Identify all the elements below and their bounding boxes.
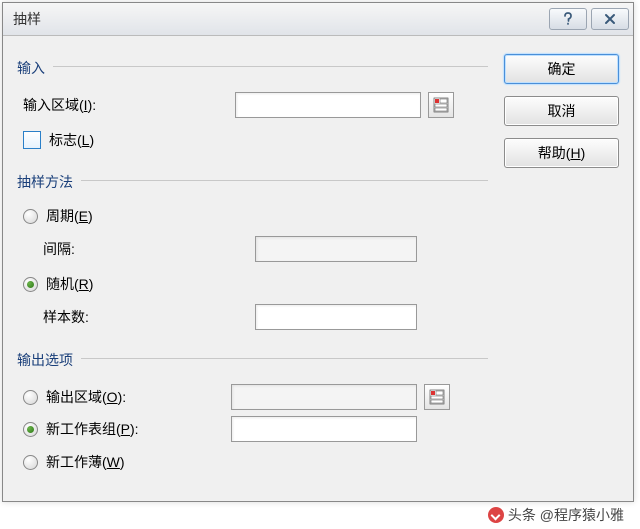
labels-checkbox[interactable]	[23, 131, 41, 149]
sample-count-row: 样本数:	[17, 304, 488, 330]
method-header-label: 抽样方法	[17, 172, 73, 192]
sample-count-label: 样本数:	[17, 307, 247, 327]
toutiao-icon	[488, 507, 504, 523]
interval-field	[255, 236, 417, 262]
input-group-header: 输入	[17, 50, 488, 82]
footer-text: 头条 @程序猿小雅	[508, 505, 624, 525]
method-group-header: 抽样方法	[17, 164, 488, 196]
close-icon	[604, 13, 616, 25]
titlebar: 抽样	[3, 3, 633, 36]
sample-count-field[interactable]	[255, 304, 417, 330]
sampling-dialog: 抽样 输入 输入区域(I):	[2, 2, 634, 502]
titlebar-buttons	[549, 8, 629, 30]
new-sheet-field[interactable]	[231, 416, 417, 442]
input-range-ref-button[interactable]	[428, 92, 454, 118]
labels-checkbox-row: 标志(L)	[17, 130, 488, 150]
new-sheet-label: 新工作表组(P):	[46, 419, 139, 439]
output-range-field	[231, 384, 417, 410]
output-header-label: 输出选项	[17, 350, 73, 370]
help-button[interactable]: 帮助(H)	[504, 138, 619, 168]
output-range-row: 输出区域(O):	[17, 384, 488, 410]
help-button-label: 帮助(H)	[538, 143, 585, 163]
input-range-field[interactable]	[235, 92, 421, 118]
random-radio-row: 随机(R)	[17, 274, 488, 294]
separator	[81, 358, 488, 359]
output-range-label: 输出区域(O):	[46, 387, 126, 407]
periodic-radio-label: 周期(E)	[46, 206, 93, 226]
new-book-radio[interactable]	[23, 455, 38, 470]
output-range-ref-button[interactable]	[424, 384, 450, 410]
cancel-button[interactable]: 取消	[504, 96, 619, 126]
separator	[53, 66, 488, 67]
cancel-button-label: 取消	[548, 101, 576, 121]
new-book-label: 新工作薄(W)	[46, 452, 125, 472]
new-sheet-row: 新工作表组(P):	[17, 416, 488, 442]
input-range-label: 输入区域(I):	[17, 95, 227, 115]
footer-watermark: 头条 @程序猿小雅	[488, 505, 624, 525]
ok-button[interactable]: 确定	[504, 54, 619, 84]
help-icon-button[interactable]	[549, 8, 587, 30]
range-picker-icon	[433, 97, 449, 113]
ok-button-label: 确定	[548, 59, 576, 79]
new-sheet-radio[interactable]	[23, 422, 38, 437]
labels-checkbox-label: 标志(L)	[49, 130, 94, 150]
input-header-label: 输入	[17, 58, 45, 78]
right-column: 确定 取消 帮助(H)	[504, 46, 619, 491]
random-radio[interactable]	[23, 277, 38, 292]
dialog-content: 输入 输入区域(I): 标志(L) 抽样方法 周期(E)	[3, 36, 633, 501]
question-icon	[562, 12, 574, 26]
random-radio-label: 随机(R)	[46, 274, 93, 294]
periodic-radio[interactable]	[23, 209, 38, 224]
range-picker-icon	[429, 389, 445, 405]
input-range-row: 输入区域(I):	[17, 92, 488, 118]
interval-label: 间隔:	[17, 239, 247, 259]
output-group-header: 输出选项	[17, 342, 488, 374]
close-button[interactable]	[591, 8, 629, 30]
separator	[81, 180, 488, 181]
output-range-radio[interactable]	[23, 390, 38, 405]
new-book-row: 新工作薄(W)	[17, 452, 488, 472]
dialog-title: 抽样	[13, 9, 549, 29]
interval-row: 间隔:	[17, 236, 488, 262]
left-column: 输入 输入区域(I): 标志(L) 抽样方法 周期(E)	[17, 46, 488, 491]
periodic-radio-row: 周期(E)	[17, 206, 488, 226]
